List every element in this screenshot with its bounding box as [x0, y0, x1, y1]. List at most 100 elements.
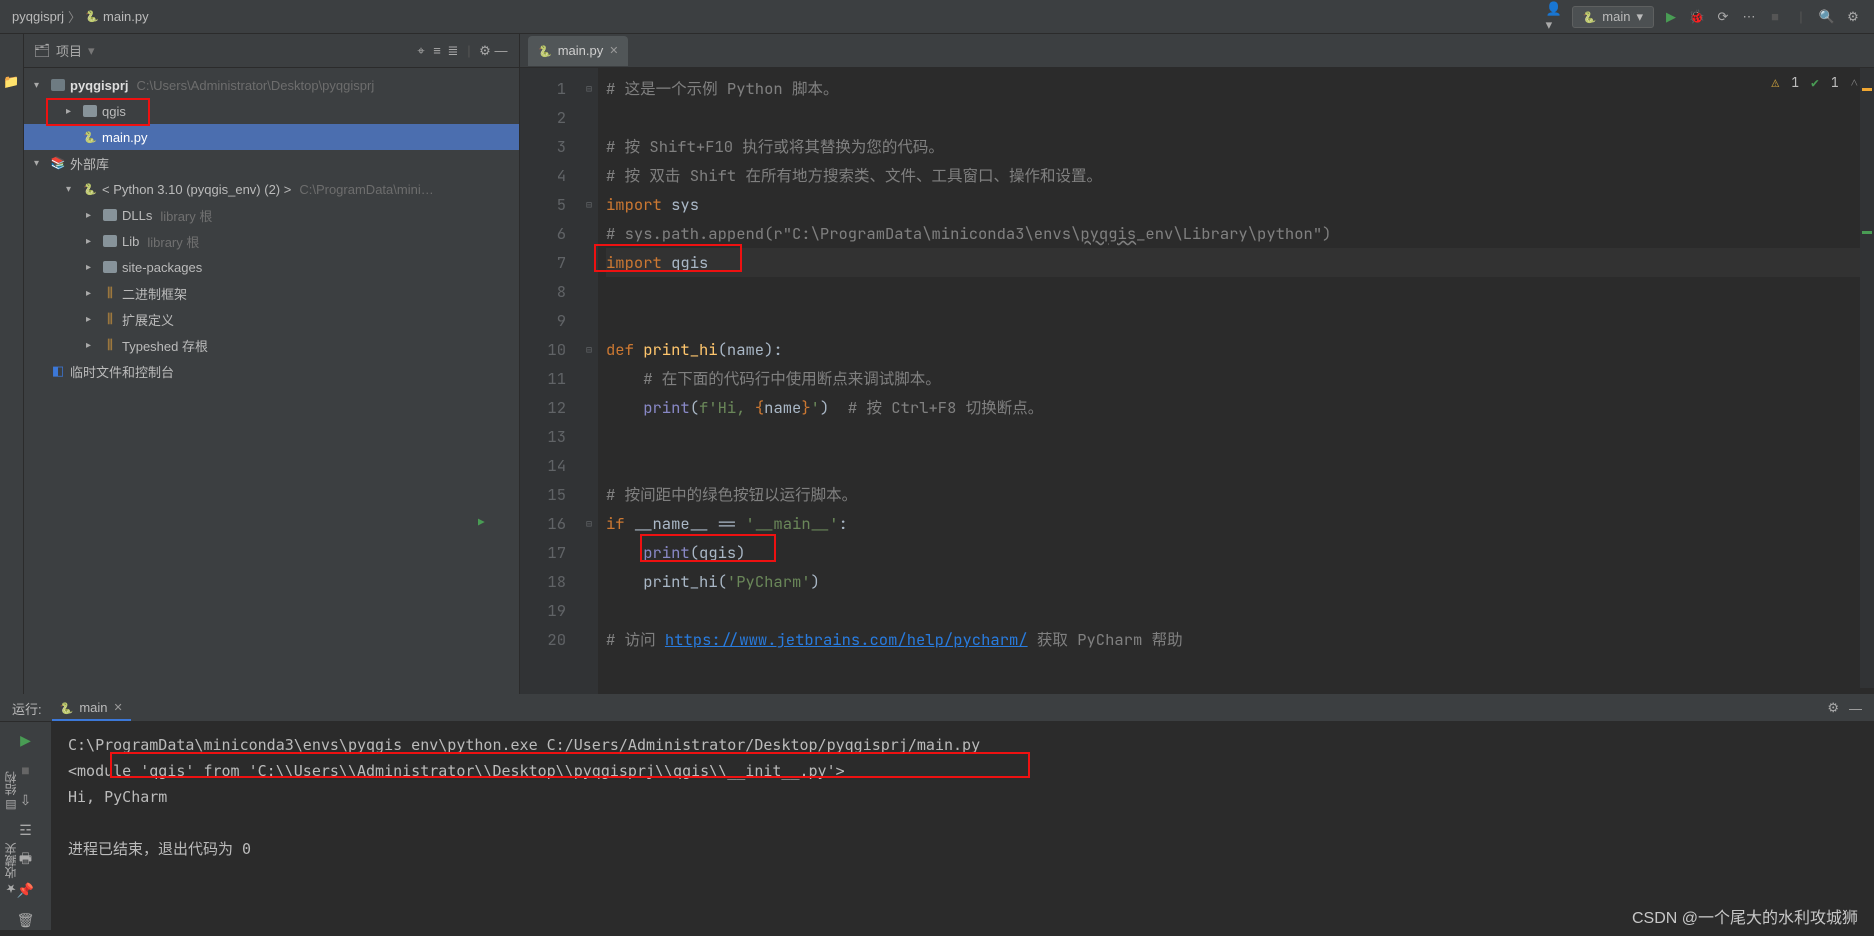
watermark: CSDN @一个尾大的水利攻城狮: [1632, 904, 1858, 928]
editor-tab-label: main.py: [558, 43, 604, 58]
tree-note: library 根: [160, 206, 212, 225]
rerun-icon[interactable]: ▶: [16, 730, 36, 750]
tree-root[interactable]: ▾ pyqgisprj C:\Users\Administrator\Deskt…: [24, 72, 519, 98]
chevron-right-icon[interactable]: ▸: [86, 340, 98, 351]
project-view-icon[interactable]: 🗂: [34, 43, 50, 59]
breadcrumb-file[interactable]: main.py: [103, 9, 149, 24]
bars-icon: ⫼: [102, 311, 118, 327]
tree-binary-skeleton[interactable]: ▸ ⫼ 二进制框架: [24, 280, 519, 306]
scratches-icon: ◧: [50, 363, 66, 379]
tree-site-packages[interactable]: ▸ site-packages: [24, 254, 519, 280]
folder-icon: [82, 103, 98, 119]
run-tool-window: 运行: main ✕ ⚙ — ▶ ■ ⇩ ☲ 🖶 📌 🗑 C:\ProgramD…: [0, 694, 1874, 930]
error-stripe[interactable]: [1860, 68, 1874, 688]
toolbar-right: 👤▾ main ▾ ▶ 🐞 ⟳ ⋯ ■ | 🔍 ⚙: [1546, 6, 1862, 28]
search-icon[interactable]: 🔍: [1818, 8, 1836, 26]
user-dropdown-icon[interactable]: 👤▾: [1546, 8, 1564, 26]
chevron-right-icon[interactable]: ▸: [86, 288, 98, 299]
breadcrumb-project[interactable]: pyqgisprj: [12, 9, 64, 24]
chevron-right-icon[interactable]: ▸: [66, 106, 78, 117]
coverage-button[interactable]: ⟳: [1714, 8, 1732, 26]
tree-root-path: C:\Users\Administrator\Desktop\pyqgisprj: [137, 78, 375, 93]
project-tree[interactable]: ▾ pyqgisprj C:\Users\Administrator\Deskt…: [24, 68, 519, 694]
project-title: 项目: [56, 41, 82, 60]
python-icon: [1583, 9, 1597, 24]
collapse-all-icon[interactable]: ≣: [445, 43, 461, 59]
run-config-selector[interactable]: main ▾: [1572, 6, 1654, 28]
tree-ext-defs[interactable]: ▸ ⫼ 扩展定义: [24, 306, 519, 332]
close-run-tab-icon[interactable]: ✕: [114, 701, 123, 714]
help-link[interactable]: https://www.jetbrains.com/help/pycharm/: [665, 629, 1028, 650]
bars-icon: ⫼: [102, 285, 118, 301]
warning-icon: ⚠: [1771, 74, 1779, 91]
code-comment: # 按 双击 Shift 在所有地方搜索类、文件、工具窗口、操作和设置。: [606, 165, 1102, 186]
favorites-tool-button[interactable]: ★ 收藏夹: [2, 843, 19, 896]
tree-root-name: pyqgisprj: [70, 78, 129, 93]
inspection-widget[interactable]: ⚠1 ✔1 ˄: [1771, 74, 1858, 91]
settings-icon[interactable]: ⚙: [1844, 8, 1862, 26]
tree-dlls[interactable]: ▸ DLLs library 根: [24, 202, 519, 228]
chevron-down-icon: ▾: [1636, 9, 1643, 25]
run-console[interactable]: C:\ProgramData\miniconda3\envs\pyqgis_en…: [52, 722, 1874, 930]
kw-import: import: [606, 194, 662, 215]
code-comment: # 按 Shift+F10 执行或将其替换为您的代码。: [606, 136, 944, 157]
run-gutter-icon[interactable]: ▶: [478, 509, 485, 538]
tree-lib[interactable]: ▸ Lib library 根: [24, 228, 519, 254]
chevron-down-icon[interactable]: ▾: [34, 158, 46, 169]
python-file-icon: [538, 43, 552, 58]
project-panel: 🗂 项目 ▾ ⌖ ≡ ≣ | — ▾ pyqgisprj C:\Users\Ad…: [24, 34, 520, 694]
editor-area: main.py ✕ 12345 678910 1112131415 ▶16 17…: [520, 34, 1874, 694]
console-line: [68, 810, 1858, 836]
editor-body[interactable]: 12345 678910 1112131415 ▶16 17181920 ⊟⊟ …: [520, 68, 1874, 694]
locate-icon[interactable]: ⌖: [413, 43, 429, 59]
python-icon: [82, 181, 98, 197]
chevron-right-icon[interactable]: ▸: [86, 314, 98, 325]
console-line: C:\ProgramData\miniconda3\envs\pyqgis_en…: [68, 732, 1858, 758]
check-icon: ✔: [1811, 74, 1819, 91]
chevron-right-icon[interactable]: ▸: [86, 236, 98, 247]
hide-panel-icon[interactable]: —: [493, 43, 509, 59]
run-config-label: main: [1602, 9, 1630, 24]
gear-icon[interactable]: [477, 43, 493, 59]
profile-button[interactable]: ⋯: [1740, 8, 1758, 26]
tree-label: < Python 3.10 (pyqgis_env) (2) >: [102, 182, 291, 197]
expand-all-icon[interactable]: ≡: [429, 43, 445, 59]
tree-env-path: C:\ProgramData\mini…: [299, 182, 433, 197]
tree-file-main[interactable]: main.py: [24, 124, 519, 150]
tree-typeshed[interactable]: ▸ ⫼ Typeshed 存根: [24, 332, 519, 358]
structure-tool-button[interactable]: ▤ 结构: [2, 771, 19, 812]
run-button[interactable]: ▶: [1662, 8, 1680, 26]
hide-panel-icon[interactable]: —: [1849, 701, 1862, 716]
stop-button[interactable]: ■: [1766, 8, 1784, 26]
tree-folder-qgis[interactable]: ▸ qgis: [24, 98, 519, 124]
line-number-gutter: 12345 678910 1112131415 ▶16 17181920: [520, 68, 580, 694]
tree-scratches[interactable]: ◧ 临时文件和控制台: [24, 358, 519, 384]
debug-button[interactable]: 🐞: [1688, 8, 1706, 26]
tree-label: site-packages: [122, 260, 202, 275]
chevron-down-icon[interactable]: ▾: [66, 184, 78, 195]
error-stripe-mark[interactable]: [1862, 231, 1872, 234]
error-stripe-mark[interactable]: [1862, 88, 1872, 91]
project-tool-icon[interactable]: 📁: [3, 74, 19, 90]
bars-icon: ⫼: [102, 337, 118, 353]
library-icon: [50, 155, 66, 171]
gear-icon[interactable]: ⚙: [1827, 700, 1839, 716]
tree-external-libs[interactable]: ▾ 外部库: [24, 150, 519, 176]
close-tab-icon[interactable]: ✕: [609, 44, 618, 57]
run-tab[interactable]: main ✕: [52, 696, 131, 721]
chevron-right-icon[interactable]: ▸: [86, 210, 98, 221]
divider: |: [1792, 8, 1810, 26]
tree-label: Typeshed 存根: [122, 336, 208, 355]
editor-tab-main[interactable]: main.py ✕: [528, 36, 628, 66]
run-panel-label: 运行:: [12, 699, 42, 718]
inspection-caret-icon[interactable]: ˄: [1851, 74, 1858, 91]
chevron-down-icon[interactable]: ▾: [88, 43, 95, 59]
chevron-down-icon[interactable]: ▾: [34, 80, 46, 91]
kw-import: import: [606, 252, 662, 273]
run-tab-label: main: [79, 700, 107, 715]
tree-python-env[interactable]: ▾ < Python 3.10 (pyqgis_env) (2) > C:\Pr…: [24, 176, 519, 202]
trash-icon[interactable]: 🗑: [16, 910, 36, 930]
code-area[interactable]: # 这是一个示例 Python 脚本。 # 按 Shift+F10 执行或将其替…: [598, 68, 1874, 694]
chevron-right-icon[interactable]: ▸: [86, 262, 98, 273]
fold-gutter[interactable]: ⊟⊟ ⊟ ⊟: [580, 68, 598, 694]
